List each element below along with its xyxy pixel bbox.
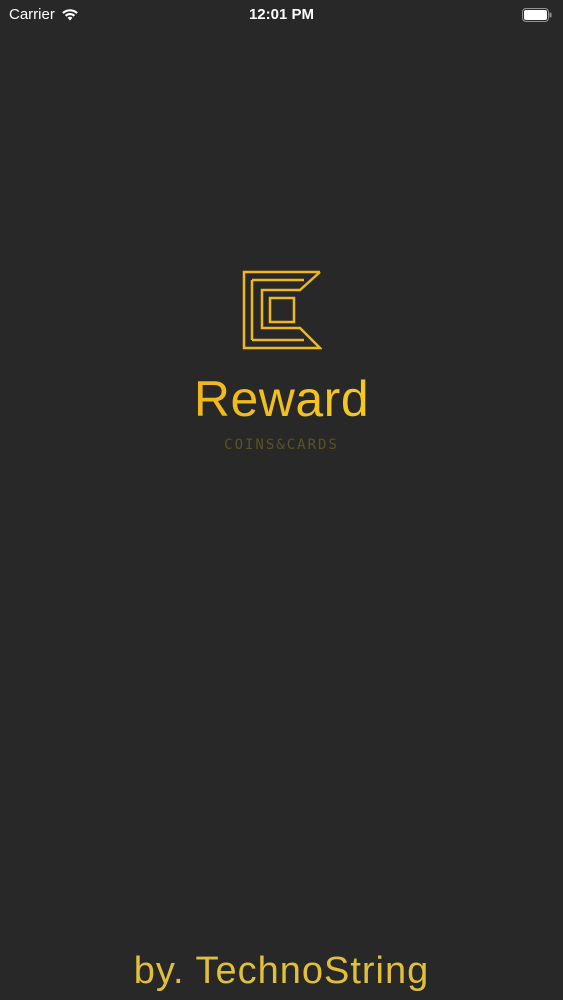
app-name: Reward: [0, 370, 563, 428]
developer-credit: by. TechnoString: [133, 950, 430, 992]
cc-logo-icon: [242, 270, 324, 350]
splash-screen: Carrier 12:01 PM Reward COINS&CARDS by. …: [0, 0, 563, 1000]
status-time: 12:01 PM: [248, 6, 315, 23]
battery-icon: [522, 8, 552, 22]
status-bar: Carrier 12:01 PM: [0, 0, 563, 30]
app-tagline: COINS&CARDS: [224, 437, 339, 453]
